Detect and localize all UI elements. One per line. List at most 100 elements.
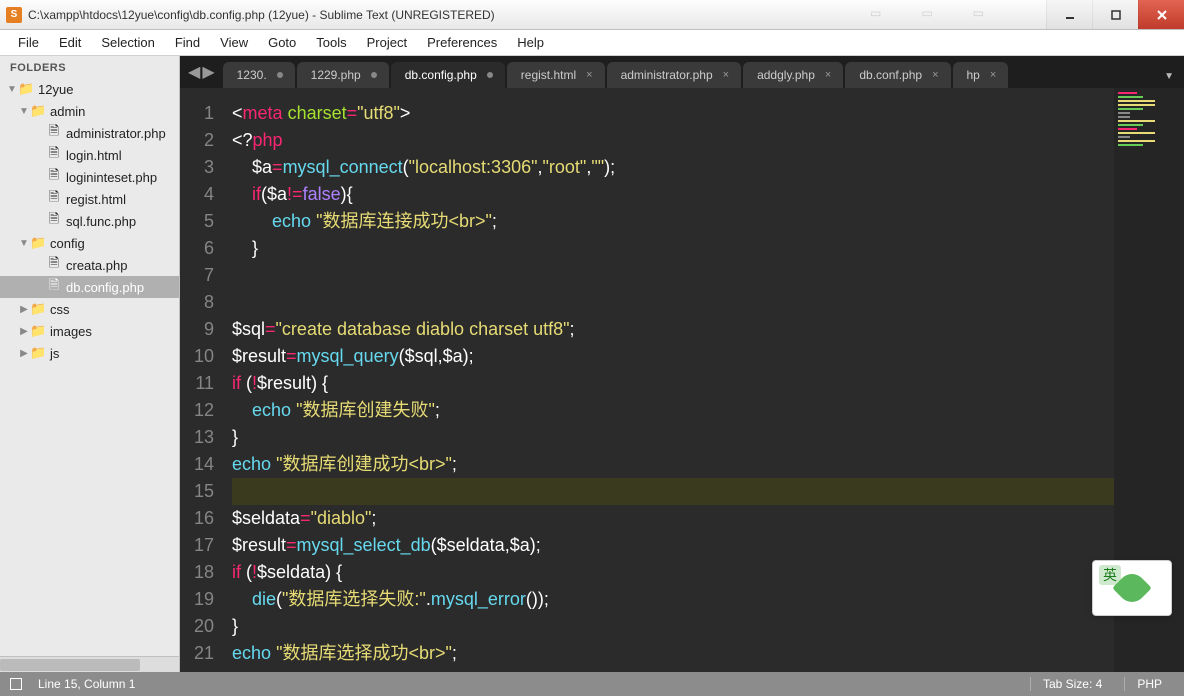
tab-close-icon[interactable]: × (825, 69, 831, 81)
line-gutter: 123456789101112131415161718192021 (180, 88, 224, 672)
file-icon: 🗎 (46, 166, 62, 188)
tab-db-conf-php[interactable]: db.conf.php × (845, 62, 950, 88)
app-icon: S (6, 7, 22, 23)
file-icon: 🗎 (46, 188, 62, 210)
line-number: 9 (180, 316, 214, 343)
code-line[interactable] (232, 289, 1184, 316)
tab-label: db.conf.php (859, 68, 922, 82)
tab-regist-html[interactable]: regist.html × (507, 62, 605, 88)
tab-close-icon[interactable]: × (586, 69, 592, 81)
code-line[interactable]: } (232, 613, 1184, 640)
menu-find[interactable]: Find (165, 31, 210, 54)
minimize-button[interactable] (1046, 0, 1092, 29)
tab-overflow-button[interactable]: ▼ (1154, 71, 1184, 88)
code-line[interactable]: $a=mysql_connect("localhost:3306","root"… (232, 154, 1184, 181)
tree-item-label: admin (50, 104, 85, 119)
line-number: 17 (180, 532, 214, 559)
tree-item-images[interactable]: ▶📁images (0, 320, 179, 342)
code-line[interactable]: } (232, 424, 1184, 451)
tree-arrow-icon: ▼ (18, 106, 30, 117)
menu-goto[interactable]: Goto (258, 31, 306, 54)
tab-1230-[interactable]: 1230. (223, 62, 295, 88)
code-line[interactable] (232, 262, 1184, 289)
code-line[interactable]: $sql="create database diablo charset utf… (232, 316, 1184, 343)
code-line[interactable]: echo "数据库创建失败"; (232, 397, 1184, 424)
tab-db-config-php[interactable]: db.config.php (391, 62, 505, 88)
tab-nav-arrows[interactable]: ◀ ▶ (186, 62, 223, 88)
folder-icon: 📁 (30, 345, 46, 361)
file-icon: 🗎 (46, 210, 62, 232)
statusbar: Line 15, Column 1 Tab Size: 4 PHP (0, 672, 1184, 696)
tab-1229-php[interactable]: 1229.php (297, 62, 389, 88)
tab-addgly-php[interactable]: addgly.php× (743, 62, 843, 88)
tree-item-12yue[interactable]: ▼📁12yue (0, 78, 179, 100)
menu-tools[interactable]: Tools (306, 31, 356, 54)
tree-item-label: images (50, 324, 92, 339)
line-number: 8 (180, 289, 214, 316)
code-line[interactable]: } (232, 235, 1184, 262)
menu-selection[interactable]: Selection (91, 31, 164, 54)
menu-file[interactable]: File (8, 31, 49, 54)
tree-item-administrator-php[interactable]: ▶🗎administrator.php (0, 122, 179, 144)
code-line[interactable]: if (!$result) { (232, 370, 1184, 397)
tree-arrow-icon: ▶ (18, 348, 30, 359)
sidebar-scrollbar[interactable] (0, 656, 179, 672)
line-number: 18 (180, 559, 214, 586)
code-area[interactable]: 123456789101112131415161718192021 <meta … (180, 88, 1184, 672)
code-line[interactable]: $seldata="diablo"; (232, 505, 1184, 532)
tree-item-config[interactable]: ▼📁config (0, 232, 179, 254)
tree-item-label: sql.func.php (66, 214, 136, 229)
line-number: 19 (180, 586, 214, 613)
tree-item-admin[interactable]: ▼📁 admin (0, 100, 179, 122)
tree-item-login-html[interactable]: ▶🗎login.html (0, 144, 179, 166)
line-number: 1 (180, 100, 214, 127)
editor-pane: ◀ ▶ 1230.1229.phpdb.config.phpregist.htm… (180, 56, 1184, 672)
code-line[interactable]: <meta charset="utf8"> (232, 100, 1184, 127)
menu-view[interactable]: View (210, 31, 258, 54)
scrollbar-thumb[interactable] (0, 659, 140, 671)
tree-item-css[interactable]: ▶📁css (0, 298, 179, 320)
tab-label: 1230. (237, 68, 267, 82)
code-line[interactable]: echo "数据库创建成功<br>"; (232, 451, 1184, 478)
nav-right-icon[interactable]: ▶ (202, 62, 214, 82)
nav-left-icon[interactable]: ◀ (188, 62, 200, 82)
ime-float-widget[interactable]: 英 (1092, 560, 1172, 616)
code-line[interactable]: echo "数据库连接成功<br>"; (232, 208, 1184, 235)
code-content[interactable]: <meta charset="utf8"><?php $a=mysql_conn… (224, 88, 1184, 672)
code-line[interactable]: die("数据库选择失败:".mysql_error()); (232, 586, 1184, 613)
folder-icon: 📁 (30, 103, 46, 119)
code-line[interactable] (232, 478, 1184, 505)
menu-edit[interactable]: Edit (49, 31, 91, 54)
code-line[interactable]: $result=mysql_query($sql,$a); (232, 343, 1184, 370)
line-number: 15 (180, 478, 214, 505)
status-language[interactable]: PHP (1124, 677, 1174, 691)
tree-item-sql-func-php[interactable]: ▶🗎sql.func.php (0, 210, 179, 232)
tab-close-icon[interactable]: × (932, 69, 938, 81)
code-line[interactable]: echo "数据库选择成功<br>"; (232, 640, 1184, 667)
tab-label: regist.html (521, 68, 576, 82)
line-number: 21 (180, 640, 214, 667)
tree-item-db-config-php[interactable]: ▶🗎db.config.php (0, 276, 179, 298)
tab-hp[interactable]: hp× (953, 62, 1009, 88)
tree-item-regist-html[interactable]: ▶🗎regist.html (0, 188, 179, 210)
tree-item-label: css (50, 302, 70, 317)
tab-dirty-icon (487, 72, 493, 78)
code-line[interactable]: $result=mysql_select_db($seldata,$a); (232, 532, 1184, 559)
tab-close-icon[interactable]: × (723, 69, 729, 81)
menu-project[interactable]: Project (357, 31, 417, 54)
tree-item-js[interactable]: ▶📁js (0, 342, 179, 364)
menu-preferences[interactable]: Preferences (417, 31, 507, 54)
tree-item-logininteset-php[interactable]: ▶🗎logininteset.php (0, 166, 179, 188)
code-line[interactable]: if($a!=false){ (232, 181, 1184, 208)
tree-item-creata-php[interactable]: ▶🗎creata.php (0, 254, 179, 276)
status-panel-icon[interactable] (10, 678, 22, 690)
maximize-button[interactable] (1092, 0, 1138, 29)
menu-help[interactable]: Help (507, 31, 554, 54)
tab-close-icon[interactable]: × (990, 69, 996, 81)
close-button[interactable] (1138, 0, 1184, 29)
status-tab-size[interactable]: Tab Size: 4 (1030, 677, 1114, 691)
code-line[interactable]: if (!$seldata) { (232, 559, 1184, 586)
tree-item-label: login.html (66, 148, 122, 163)
tab-administrator-php[interactable]: administrator.php× (607, 62, 742, 88)
code-line[interactable]: <?php (232, 127, 1184, 154)
